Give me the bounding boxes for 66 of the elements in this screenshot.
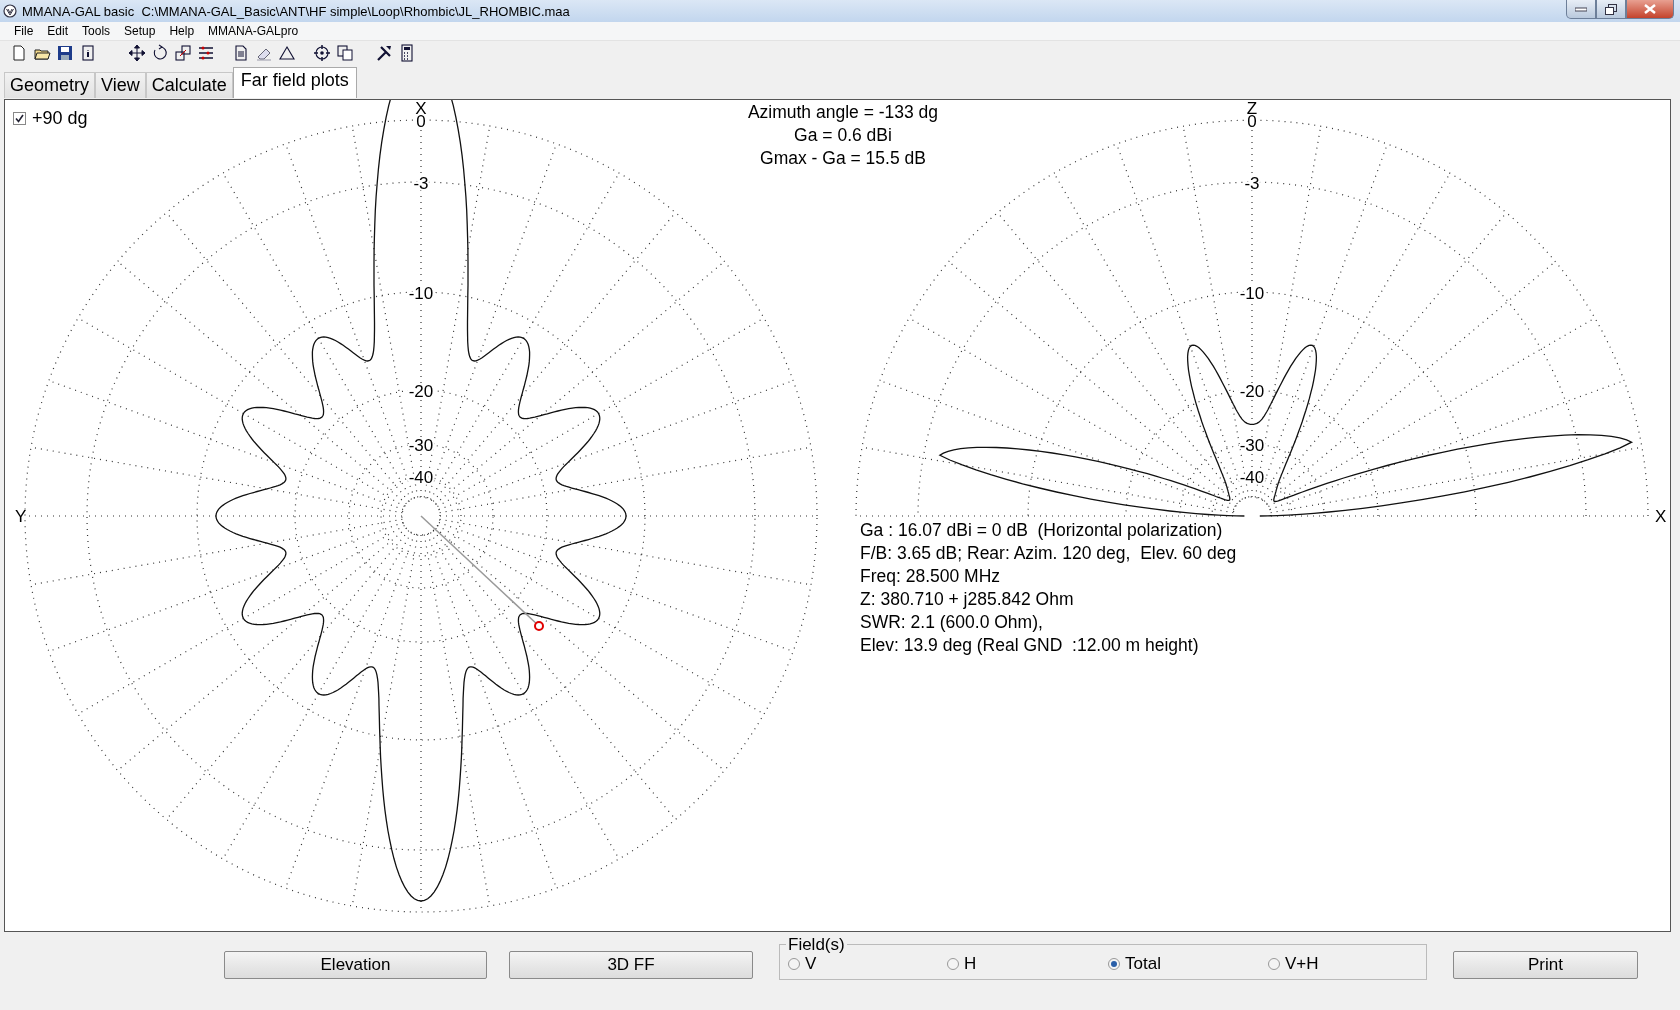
tab[interactable]: Far field plots: [232, 67, 357, 98]
azimuth-info-text: Gmax - Ga = 15.5 dB: [760, 148, 926, 168]
ring-label: -20: [1239, 382, 1265, 401]
radio-label[interactable]: H: [964, 954, 977, 974]
new-file-icon[interactable]: [10, 44, 28, 62]
result-text: Z: 380.710 + j285.842 Ohm: [860, 589, 1074, 609]
checkbox-label: +90 dg: [32, 108, 88, 129]
ring-label: -30: [1239, 436, 1265, 455]
resize-icon[interactable]: [174, 44, 192, 62]
ring-label: -30: [408, 436, 434, 455]
result-text: Elev: 13.9 deg (Real GND :12.00 m height): [860, 635, 1199, 655]
print-button[interactable]: Print: [1453, 951, 1638, 979]
menu-item[interactable]: Setup: [117, 24, 163, 38]
ring-label: -10: [408, 284, 434, 303]
radio-button[interactable]: [1108, 958, 1120, 970]
move-icon[interactable]: [128, 44, 146, 62]
result-text: Freq: 28.500 MHz: [860, 566, 1001, 586]
ring-label: -10: [1239, 284, 1265, 303]
calculator-icon[interactable]: [398, 44, 416, 62]
axis-label: X: [1655, 507, 1667, 526]
restore-button[interactable]: [1596, 0, 1626, 19]
close-icon: [1644, 4, 1656, 14]
axis-label: Y: [15, 507, 27, 526]
menu-item[interactable]: Tools: [75, 24, 118, 38]
rotate-icon[interactable]: [151, 44, 169, 62]
radio-button[interactable]: [788, 958, 800, 970]
radio-label[interactable]: V+H: [1285, 954, 1319, 974]
tab[interactable]: Calculate: [145, 72, 233, 98]
save-icon[interactable]: [56, 44, 74, 62]
azimuth-info-text: Azimuth angle = -133 dg: [747, 102, 939, 122]
azimuth-info-text: Ga = 0.6 dBi: [794, 125, 892, 145]
tab[interactable]: View: [95, 72, 146, 98]
ring-label: -3: [413, 174, 429, 193]
3d-ff-button[interactable]: 3D FF: [509, 951, 753, 979]
result-text: SWR: 2.1 (600.0 Ohm),: [860, 612, 1043, 632]
ring-label: -3: [1244, 174, 1260, 193]
result-text: Ga : 16.07 dBi = 0 dB (Horizontal polarization): [860, 520, 1223, 540]
radio-button[interactable]: [947, 958, 959, 970]
close-button[interactable]: [1626, 0, 1674, 19]
list-icon[interactable]: [197, 44, 215, 62]
info-icon[interactable]: [79, 44, 97, 62]
menu-item[interactable]: Edit: [40, 24, 76, 38]
tools-icon[interactable]: [375, 44, 393, 62]
radio-button[interactable]: [1268, 958, 1280, 970]
radio-label[interactable]: V: [805, 954, 817, 974]
group-title: Field(s): [786, 935, 847, 954]
ring-label: -40: [408, 468, 434, 487]
tab[interactable]: Geometry: [4, 72, 96, 98]
app-logo-icon: [3, 4, 17, 18]
crosshair-icon[interactable]: [313, 44, 331, 62]
menu-item[interactable]: Help: [162, 24, 202, 38]
checkbox[interactable]: [13, 112, 26, 125]
window-title: MMANA-GAL basic C:\MMANA-GAL_Basic\ANT\HF simple\Loop\Rhombic\JL_RHOMBIC.maa: [22, 3, 570, 19]
minimize-icon: [1575, 6, 1587, 12]
restore-icon: [1605, 3, 1617, 15]
document-icon[interactable]: [232, 44, 250, 62]
ring-label: -20: [408, 382, 434, 401]
triangle-icon[interactable]: [278, 44, 296, 62]
cursor-marker: [534, 621, 544, 631]
radio-label[interactable]: Total: [1125, 954, 1161, 974]
elevation-button[interactable]: Elevation: [224, 951, 487, 979]
menu-item[interactable]: File: [7, 24, 41, 38]
result-text: F/B: 3.65 dB; Rear: Azim. 120 deg, Elev. 60 deg: [860, 543, 1237, 563]
copy-icon[interactable]: [336, 44, 354, 62]
menu-item[interactable]: MMANA-GALpro: [201, 24, 306, 38]
ring-label: -40: [1239, 468, 1265, 487]
